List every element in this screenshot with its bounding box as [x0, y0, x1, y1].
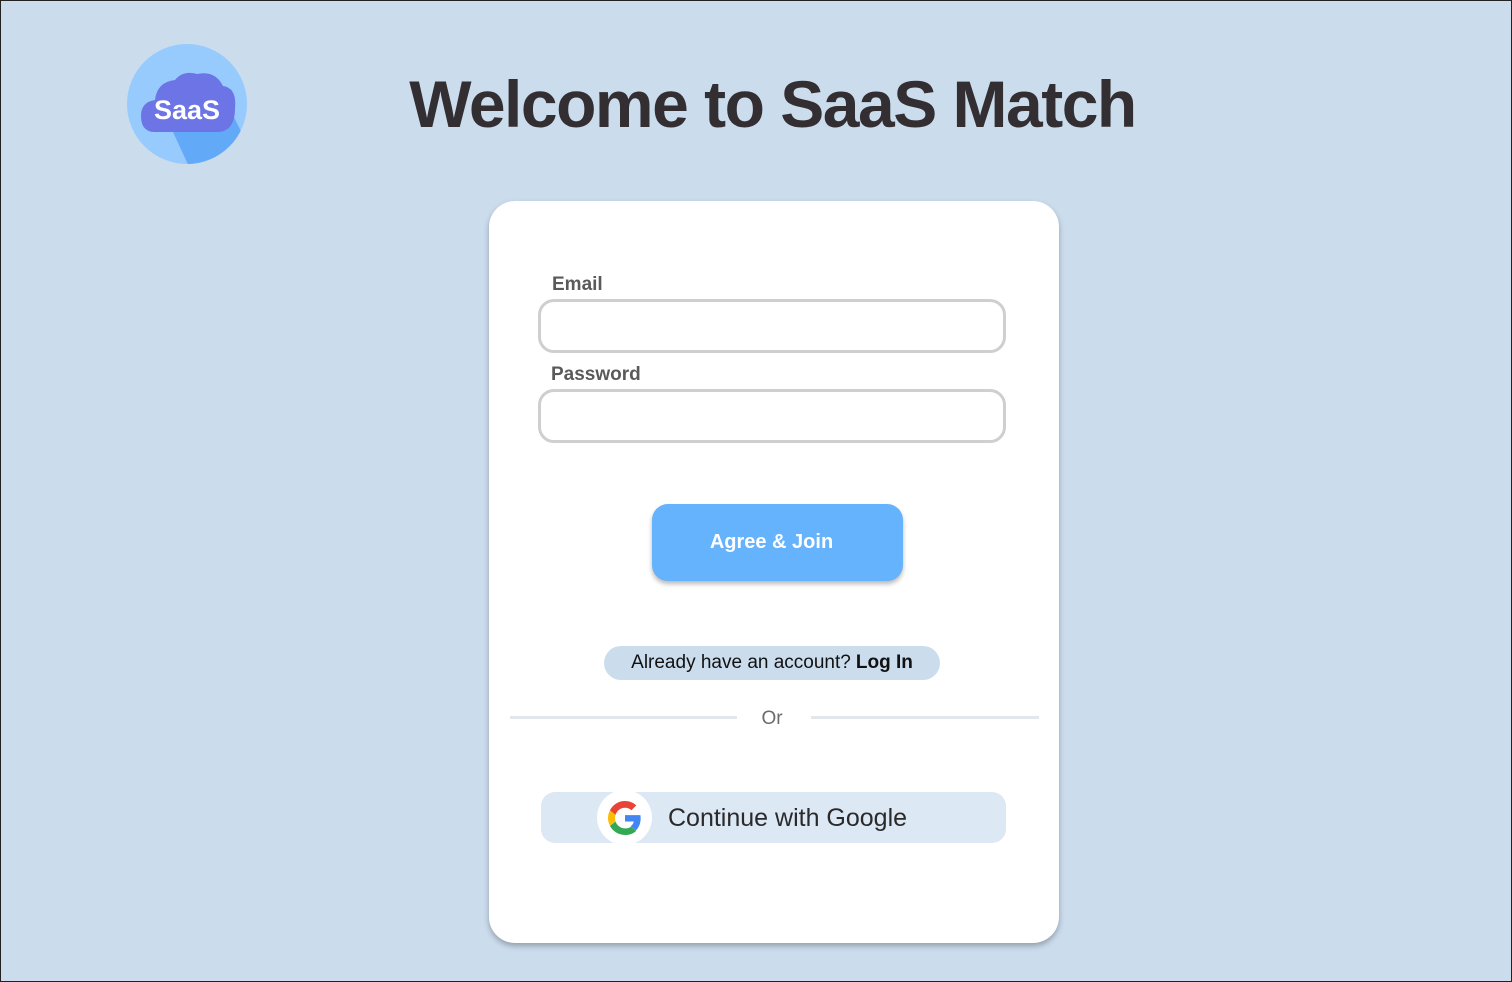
login-prompt-text: Already have an account? [631, 652, 851, 673]
signup-card: Email Password Agree & Join Already have… [489, 201, 1059, 943]
google-button-label: Continue with Google [668, 804, 908, 832]
login-prompt: Already have an account? Log In [604, 646, 940, 680]
password-field[interactable] [538, 389, 1006, 443]
email-label: Email [552, 274, 603, 295]
continue-with-google-button[interactable]: Continue with Google [541, 790, 1006, 845]
login-link[interactable]: Log In [856, 652, 913, 674]
google-icon [597, 790, 652, 845]
password-label: Password [551, 364, 641, 385]
divider-line-left [510, 716, 737, 719]
email-field[interactable] [538, 299, 1006, 353]
agree-join-button[interactable]: Agree & Join [652, 504, 903, 581]
page-title: Welcome to SaaS Match [409, 67, 1137, 141]
divider-or: Or [761, 708, 783, 729]
divider-line-right [811, 716, 1039, 719]
